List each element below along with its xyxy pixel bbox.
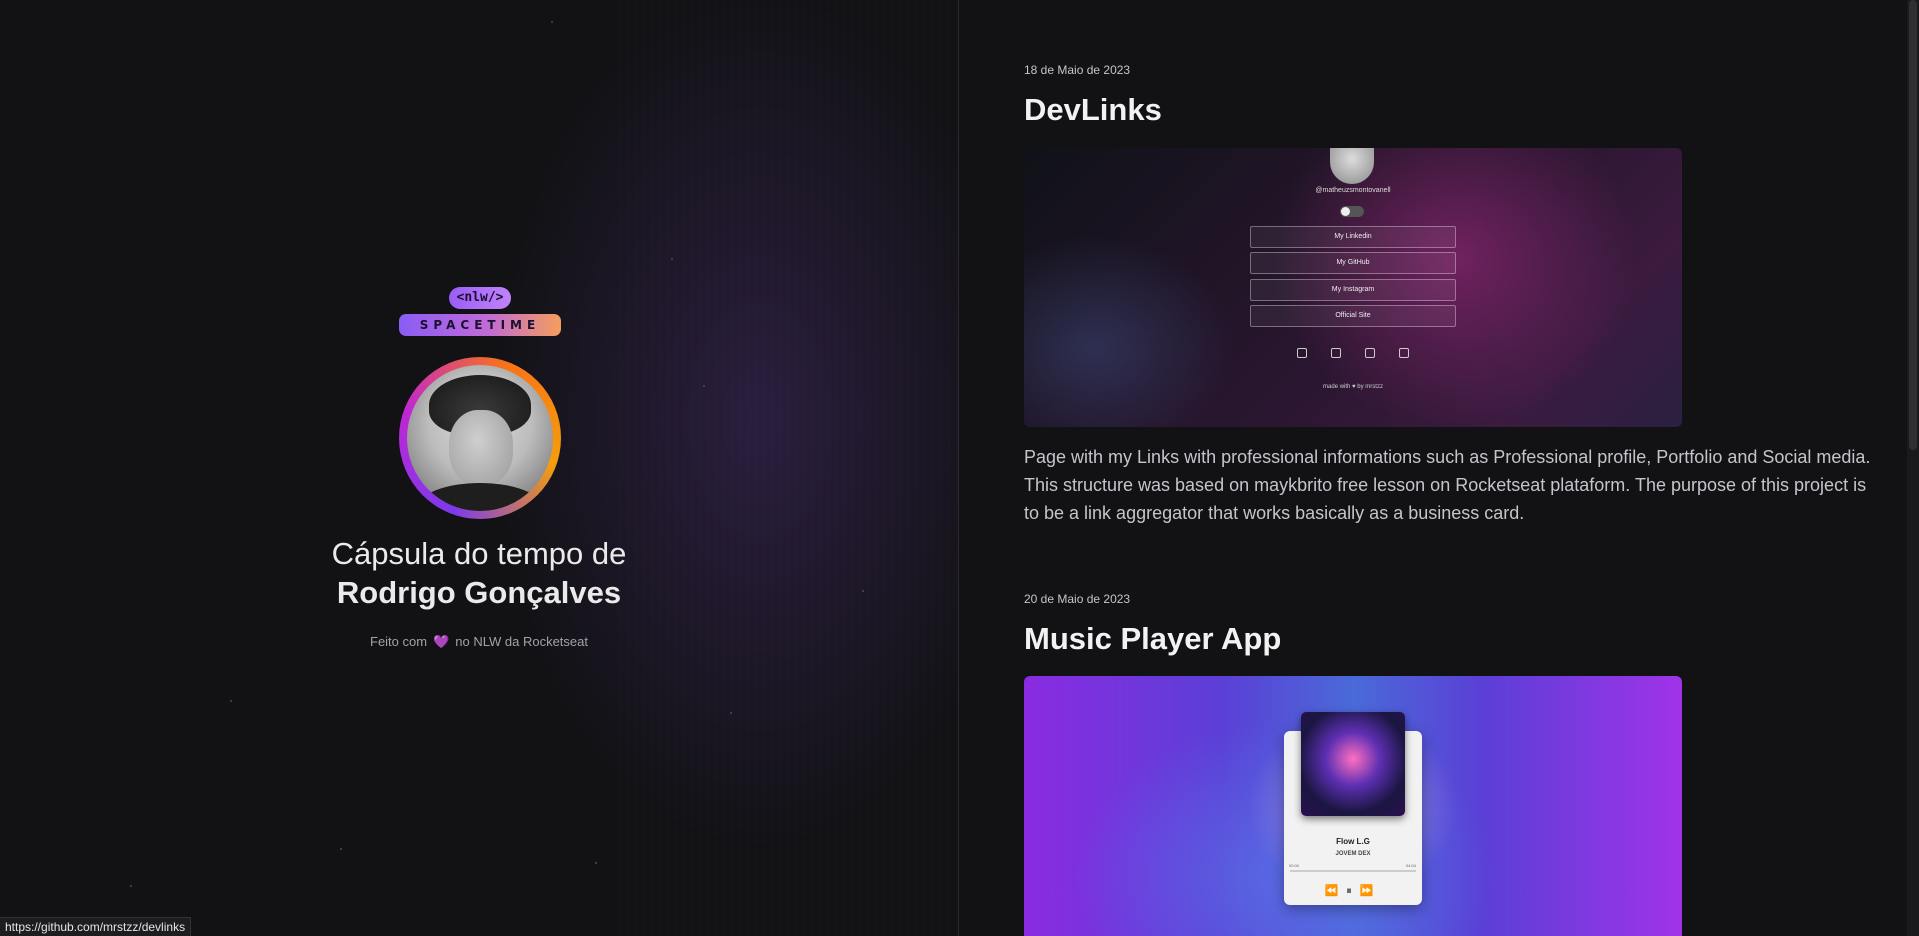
status-bar-url: https://github.com/mrstzz/devlinks — [0, 917, 192, 936]
scrollbar-thumb[interactable] — [1909, 0, 1917, 450]
album-cover — [1301, 712, 1405, 816]
memory-title: Music Player App — [1024, 621, 1282, 656]
time-end: 04:04 — [1406, 863, 1417, 868]
heart-icon: 💜 — [433, 634, 450, 649]
star — [551, 21, 553, 23]
memories-timeline[interactable]: 18 de Maio de 2023 DevLinks @matheuzsmon… — [959, 0, 1919, 936]
spacetime-logo: <nlw/> SPACETIME — [399, 287, 561, 339]
logo-name: SPACETIME — [399, 314, 561, 336]
left-panel: <nlw/> SPACETIME Cápsula do tempo de Rod… — [0, 0, 959, 936]
devlinks-preview: @matheuzsmontovanell My Linkedin My GitH… — [1024, 148, 1682, 427]
profile-avatar-ring[interactable] — [399, 357, 561, 519]
memory-cover-music-player[interactable]: Flow L.G JOVEM DEX 00:00 04:04 ⏪⏸⏩ — [1024, 676, 1682, 936]
star — [730, 712, 732, 714]
star — [130, 885, 132, 887]
star — [340, 848, 342, 850]
credit-suffix: no NLW da Rocketseat — [455, 634, 588, 649]
preview-username: @matheuzsmontovanell — [1315, 187, 1391, 194]
memory-title: DevLinks — [1024, 92, 1162, 127]
capsule-owner-name: Rodrigo Gonçalves — [336, 575, 622, 610]
github-icon — [1297, 348, 1307, 358]
preview-toggle — [1340, 206, 1364, 217]
artist-name: JOVEM DEX — [1335, 851, 1371, 857]
preview-link-button: Official Site — [1250, 305, 1456, 327]
star — [703, 385, 705, 387]
preview-link-button: My Linkedin — [1250, 226, 1456, 248]
background-stripes — [620, 0, 958, 936]
capsule-title: Cápsula do tempo de — [331, 536, 627, 571]
star — [595, 862, 597, 864]
music-player-preview: Flow L.G JOVEM DEX 00:00 04:04 ⏪⏸⏩ — [1024, 676, 1682, 936]
avatar — [407, 365, 553, 511]
whatsapp-icon — [1331, 348, 1341, 358]
song-title: Flow L.G — [1336, 837, 1370, 846]
memory-content: Page with my Links with professional inf… — [1024, 447, 1871, 523]
memory-item: 20 de Maio de 2023 Music Player App — [1024, 592, 1874, 657]
player-controls: ⏪⏸⏩ — [1324, 885, 1382, 897]
preview-footer: made with ♥ by mrstzz — [1323, 384, 1383, 390]
linkedin-icon — [1399, 348, 1409, 358]
memory-date: 20 de Maio de 2023 — [1024, 592, 1131, 606]
preview-avatar — [1330, 148, 1374, 184]
footer-credit: Feito com 💜 no NLW da Rocketseat — [0, 634, 958, 650]
preview-social-icons — [1024, 348, 1682, 360]
star — [671, 258, 673, 260]
star — [230, 700, 232, 702]
progress-bar — [1290, 870, 1416, 872]
time-start: 00:00 — [1289, 863, 1300, 868]
preview-link-button: My GitHub — [1250, 252, 1456, 274]
memory-item: 18 de Maio de 2023 DevLinks — [1024, 63, 1874, 128]
memory-cover-devlinks[interactable]: @matheuzsmontovanell My Linkedin My GitH… — [1024, 148, 1682, 427]
avatar-face — [449, 410, 513, 486]
scrollbar[interactable] — [1907, 0, 1919, 936]
avatar-shirt — [417, 483, 543, 511]
credit-prefix: Feito com — [370, 634, 428, 649]
logo-tag: <nlw/> — [449, 287, 511, 309]
preview-link-button: My Instagram — [1250, 279, 1456, 301]
instagram-icon — [1365, 348, 1375, 358]
memory-date: 18 de Maio de 2023 — [1024, 63, 1131, 77]
